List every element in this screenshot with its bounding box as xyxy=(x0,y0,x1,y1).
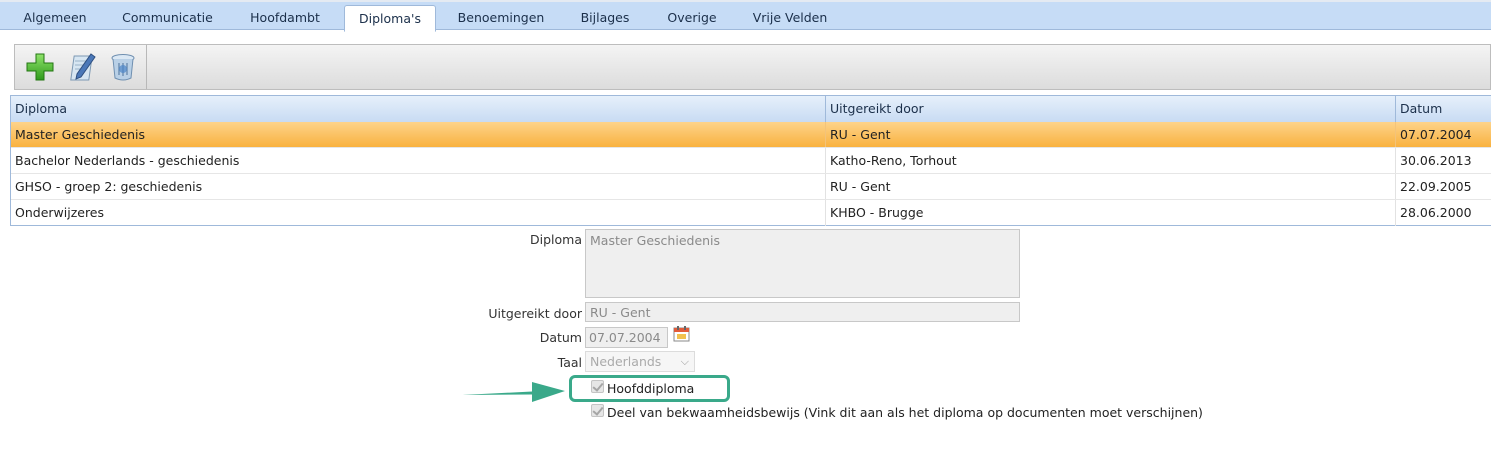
tab-overige[interactable]: Overige xyxy=(654,5,730,31)
toolbar xyxy=(14,44,1491,90)
add-button[interactable] xyxy=(23,50,57,84)
tab-algemeen[interactable]: Algemeen xyxy=(10,5,100,31)
taal-select-value: Nederlands xyxy=(590,354,662,369)
uitgereikt-door-input[interactable] xyxy=(585,302,1020,322)
datum-label: Datum xyxy=(539,330,582,345)
grid-header: Diploma Uitgereikt door Datum xyxy=(11,96,1491,123)
datum-input[interactable] xyxy=(585,327,668,348)
cell-uitgereikt-door: KHBO - Brugge xyxy=(826,200,1396,226)
column-header-diploma[interactable]: Diploma xyxy=(11,96,826,122)
tab-benoemingen[interactable]: Benoemingen xyxy=(446,5,556,31)
edit-icon xyxy=(70,53,96,81)
tab-bar: Algemeen Communicatie Hoofdambt Diploma'… xyxy=(0,0,1491,32)
bekwaamheidsbewijs-label: Deel van bekwaamheidsbewijs (Vink dit aa… xyxy=(607,405,1203,420)
column-header-datum[interactable]: Datum xyxy=(1396,96,1491,122)
cell-diploma: Onderwijzeres xyxy=(11,200,826,226)
table-row[interactable]: GHSO - groep 2: geschiedenis RU - Gent 2… xyxy=(11,174,1491,200)
cell-diploma: Master Geschiedenis xyxy=(11,122,826,147)
calendar-icon xyxy=(673,326,690,342)
edit-button[interactable] xyxy=(65,50,99,84)
add-icon xyxy=(26,53,54,81)
tab-vrije-velden[interactable]: Vrije Velden xyxy=(740,5,840,31)
cell-uitgereikt-door: RU - Gent xyxy=(826,122,1396,147)
hoofddiploma-checkbox[interactable] xyxy=(591,380,604,393)
cell-uitgereikt-door: RU - Gent xyxy=(826,174,1396,199)
calendar-button[interactable] xyxy=(673,326,690,342)
diploma-label: Diploma xyxy=(530,232,582,247)
bekwaamheidsbewijs-checkbox[interactable] xyxy=(591,404,604,417)
delete-button[interactable] xyxy=(106,50,140,84)
tab-hoofdambt[interactable]: Hoofdambt xyxy=(236,5,334,31)
delete-icon xyxy=(111,54,135,81)
tab-communicatie[interactable]: Communicatie xyxy=(110,5,225,31)
cell-datum: 30.06.2013 xyxy=(1396,148,1491,173)
cell-datum: 28.06.2000 xyxy=(1396,200,1491,226)
table-row[interactable]: Bachelor Nederlands - geschiedenis Katho… xyxy=(11,148,1491,174)
uitgereikt-door-label: Uitgereikt door xyxy=(488,306,582,321)
table-row[interactable]: Onderwijzeres KHBO - Brugge 28.06.2000 xyxy=(11,200,1491,226)
cell-datum: 22.09.2005 xyxy=(1396,174,1491,199)
cell-datum: 07.07.2004 xyxy=(1396,122,1491,147)
diploma-grid: Diploma Uitgereikt door Datum Master Ges… xyxy=(10,95,1491,226)
cell-uitgereikt-door: Katho-Reno, Torhout xyxy=(826,148,1396,173)
chevron-down-icon: ⌵ xyxy=(680,355,689,368)
arrow-annotation-icon xyxy=(462,382,565,402)
cell-diploma: Bachelor Nederlands - geschiedenis xyxy=(11,148,826,173)
diploma-textarea[interactable] xyxy=(585,229,1020,298)
taal-label: Taal xyxy=(557,355,582,370)
toolbar-button-group xyxy=(15,45,147,89)
taal-select[interactable]: Nederlands ⌵ xyxy=(585,351,695,372)
column-header-uitgereikt-door[interactable]: Uitgereikt door xyxy=(826,96,1396,122)
hoofddiploma-label: Hoofddiploma xyxy=(607,381,695,396)
cell-diploma: GHSO - groep 2: geschiedenis xyxy=(11,174,826,199)
tab-bijlages[interactable]: Bijlages xyxy=(566,5,644,31)
tab-diplomas[interactable]: Diploma's xyxy=(344,5,436,32)
table-row[interactable]: Master Geschiedenis RU - Gent 07.07.2004 xyxy=(11,122,1491,148)
